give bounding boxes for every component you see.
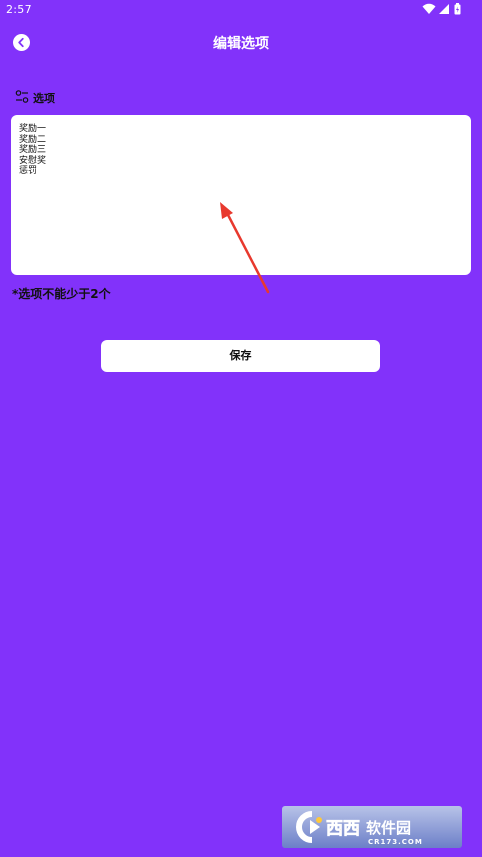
min-options-hint: *选项不能少于2个 (12, 287, 111, 301)
page-title: 编辑选项 (213, 36, 269, 52)
watermark-logo: 西西 软件园 CR173.COM (282, 806, 462, 848)
watermark-graphic: 西西 软件园 CR173.COM (296, 811, 423, 846)
settings-sliders-icon (15, 90, 29, 103)
app-bar: 编辑选项 (0, 26, 482, 58)
wifi-icon (422, 3, 436, 14)
signal-icon (439, 4, 449, 14)
screen: 2:57 编辑选项 选项 奖励一 奖励二 奖励三 安慰奖 惩罚 *选项不能少于2… (0, 0, 482, 857)
status-icons (422, 3, 468, 17)
options-textarea[interactable]: 奖励一 奖励二 奖励三 安慰奖 惩罚 (11, 115, 471, 275)
options-label-text: 选项 (33, 92, 55, 105)
status-bar: 2:57 (0, 0, 482, 22)
svg-text:软件园: 软件园 (366, 819, 411, 837)
status-time: 2:57 (6, 3, 32, 16)
battery-icon (454, 3, 461, 15)
svg-text:CR173.COM: CR173.COM (368, 838, 423, 846)
svg-text:西西: 西西 (326, 819, 360, 839)
save-button[interactable]: 保存 (101, 340, 380, 372)
